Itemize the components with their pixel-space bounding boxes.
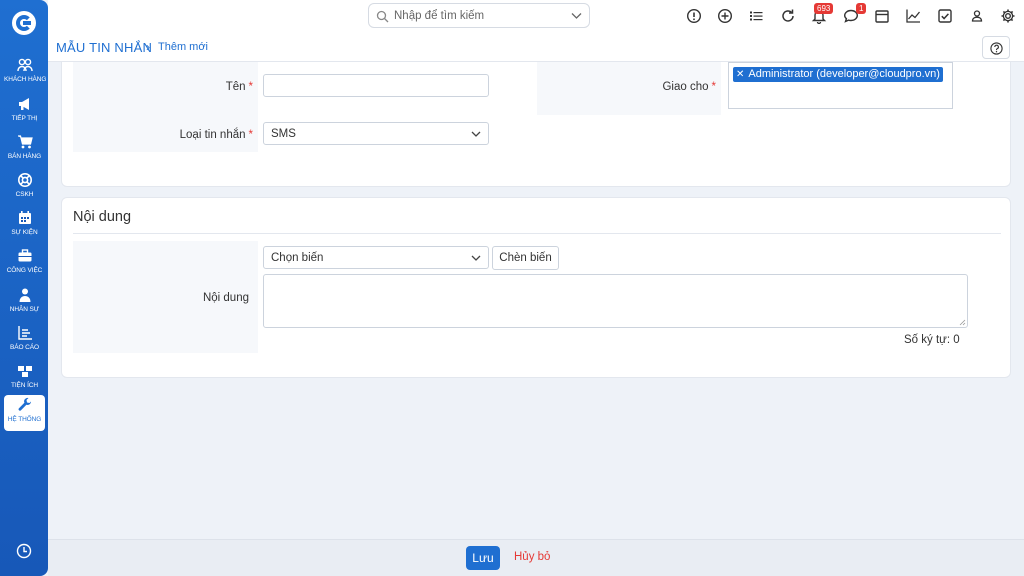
variable-select[interactable]: Chọn biến — [263, 246, 489, 269]
message-count-badge: 1 — [856, 3, 867, 14]
content-textarea[interactable] — [263, 274, 968, 328]
sidebar-item-label: TIỆN ÍCH — [10, 382, 38, 389]
sidebar-item-label: BÁO CÁO — [10, 344, 39, 351]
alert-circle-icon[interactable] — [686, 8, 702, 24]
name-label: Tên * — [225, 81, 253, 93]
assign-to-input[interactable]: ✕ Administrator (developer@cloudpro.vn) — [728, 62, 953, 109]
sidebar-item-reports[interactable]: BÁO CÁO — [4, 323, 45, 357]
message-type-select[interactable]: SMS — [263, 122, 489, 145]
divider — [73, 233, 1001, 234]
user-icon[interactable] — [969, 8, 985, 24]
breadcrumb-module-link[interactable]: MẪU TIN NHẮN — [56, 40, 152, 55]
sidebar-item-customer-care[interactable]: CSKH — [4, 170, 45, 204]
refresh-icon[interactable] — [780, 8, 796, 24]
content-label: Nội dung — [202, 292, 249, 304]
task-check-icon[interactable] — [937, 8, 953, 24]
message-type-label: Loại tin nhắn * — [179, 129, 253, 141]
breadcrumb: MẪU TIN NHẮN › Thêm mới — [48, 33, 1024, 62]
wrench-icon — [18, 397, 31, 411]
cubes-icon — [17, 366, 32, 377]
global-search-input[interactable]: Nhập để tìm kiếm — [368, 3, 590, 28]
cart-icon — [17, 135, 33, 149]
question-circle-icon — [990, 42, 1003, 55]
top-bar: Nhập để tìm kiếm 693 1 — [48, 0, 1024, 33]
sidebar: KHÁCH HÀNG TIẾP THỊ BÁN HÀNG CSKH SỰ KIỆ… — [0, 0, 48, 576]
sidebar-item-label: HỆ THỐNG — [7, 416, 42, 423]
sidebar-item-label: CÔNG VIỆC — [6, 267, 43, 274]
add-circle-icon[interactable] — [717, 8, 733, 24]
briefcase-icon — [18, 249, 31, 262]
section-title: Nội dung — [73, 209, 132, 225]
gear-icon[interactable] — [1000, 8, 1016, 24]
sidebar-item-utilities[interactable]: TIỆN ÍCH — [4, 361, 45, 395]
search-icon — [376, 10, 389, 23]
clock-icon[interactable] — [16, 543, 32, 559]
person-icon — [19, 288, 30, 302]
users-icon — [16, 58, 33, 72]
cancel-button[interactable]: Hủy bỏ — [514, 551, 550, 563]
breadcrumb-separator: › — [146, 40, 150, 54]
calendar-icon[interactable] — [874, 8, 890, 24]
sidebar-item-sales[interactable]: BÁN HÀNG — [4, 132, 45, 166]
chevron-down-icon[interactable] — [571, 12, 582, 20]
sidebar-item-label: NHÂN SỰ — [9, 306, 40, 313]
assign-to-label: Giao cho * — [662, 81, 716, 93]
resize-handle-icon[interactable] — [959, 319, 966, 326]
character-count: Số ký tự: 0 — [904, 334, 960, 346]
sidebar-item-system[interactable]: HỆ THỐNG — [4, 395, 45, 431]
megaphone-icon — [18, 98, 29, 110]
remove-tag-icon[interactable]: ✕ — [736, 69, 744, 80]
chevron-down-icon — [471, 131, 481, 137]
lifebuoy-icon — [17, 173, 32, 187]
sidebar-item-label: BÁN HÀNG — [7, 153, 42, 160]
list-icon[interactable] — [748, 8, 764, 24]
sidebar-item-customers[interactable]: KHÁCH HÀNG — [4, 55, 47, 89]
notification-count-badge: 693 — [814, 3, 834, 14]
sidebar-item-label: CSKH — [15, 191, 34, 198]
report-icon — [17, 326, 32, 340]
app-logo[interactable] — [12, 11, 36, 35]
sidebar-item-events[interactable]: SỰ KIỆN — [4, 208, 45, 242]
help-button[interactable] — [982, 36, 1010, 59]
breadcrumb-current: Thêm mới — [158, 41, 208, 53]
chevron-down-icon — [471, 255, 481, 261]
sidebar-item-label: TIẾP THỊ — [11, 115, 38, 122]
search-placeholder: Nhập để tìm kiếm — [394, 10, 485, 22]
sidebar-item-label: KHÁCH HÀNG — [4, 76, 47, 83]
save-button[interactable]: Lưu — [466, 546, 500, 570]
sidebar-item-marketing[interactable]: TIẾP THỊ — [4, 94, 45, 128]
sidebar-item-label: SỰ KIỆN — [11, 229, 38, 236]
name-input[interactable] — [263, 74, 489, 97]
sidebar-item-tasks[interactable]: CÔNG VIỆC — [4, 246, 45, 280]
sidebar-item-hr[interactable]: NHÂN SỰ — [4, 285, 45, 319]
line-chart-icon[interactable] — [905, 8, 921, 24]
calendar-icon — [18, 211, 31, 224]
assignee-tag: ✕ Administrator (developer@cloudpro.vn) — [733, 67, 943, 82]
insert-variable-button[interactable]: Chèn biến — [492, 246, 559, 270]
